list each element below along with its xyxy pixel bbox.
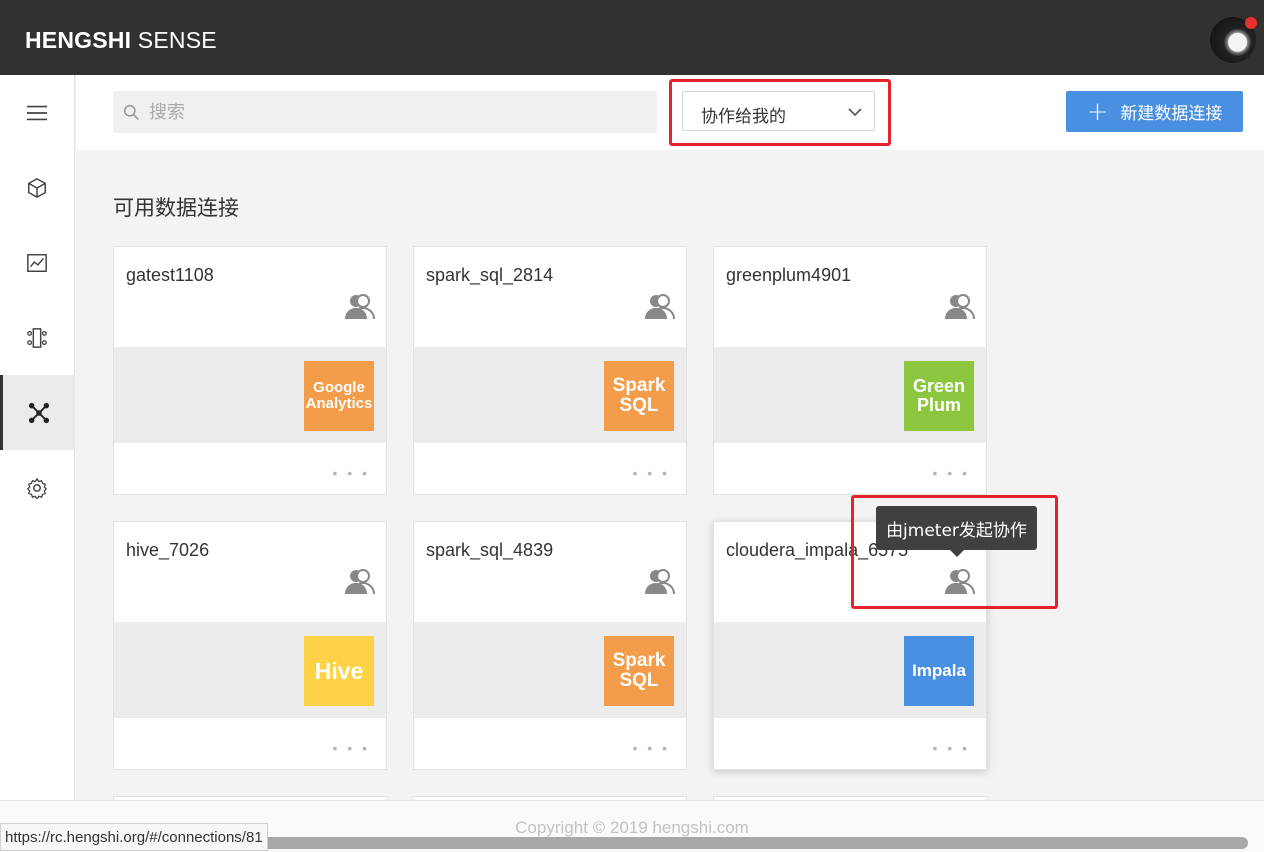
connection-icon (28, 402, 49, 423)
data-flow-icon (27, 327, 47, 348)
sidebar-item-settings[interactable] (0, 450, 74, 525)
more-menu-button[interactable]: • • • (933, 465, 970, 481)
sidebar-item-connections[interactable] (0, 375, 74, 450)
sidebar-item-datasets[interactable] (0, 300, 74, 375)
spark-sql-logo: Spark SQL (604, 361, 674, 431)
new-connection-label: 新建数据连接 (1120, 104, 1223, 124)
google-analytics-logo: Google Analytics (304, 361, 374, 431)
top-bar: HENGSHI SENSE (0, 0, 1264, 75)
users-icon[interactable] (344, 292, 376, 320)
status-bar-url: https://rc.hengshi.org/#/connections/81 (0, 823, 268, 851)
search-icon (123, 104, 139, 120)
new-connection-button[interactable]: + 新建数据连接 (1066, 91, 1243, 132)
logo-text: Spark (612, 375, 666, 397)
brand-logo[interactable]: HENGSHI SENSE (25, 27, 217, 54)
connection-name: spark_sql_2814 (426, 265, 554, 285)
logo-text: Green (912, 376, 966, 397)
connection-card[interactable]: spark_sql_4839 Spark SQL • • • (413, 521, 687, 770)
logo-text: Google (313, 379, 365, 397)
sidebar (0, 75, 75, 800)
search-box[interactable] (113, 91, 657, 133)
greenplum-logo: Green Plum (904, 361, 974, 431)
notification-dot (1245, 17, 1257, 29)
connection-name: spark_sql_4839 (426, 540, 554, 560)
chart-icon (27, 253, 47, 272)
settings-icon (26, 477, 48, 499)
logo-text: SQL (619, 670, 659, 691)
plus-icon: + (1086, 96, 1109, 127)
hive-logo: Hive (304, 636, 374, 706)
impala-logo: Impala (904, 636, 974, 706)
connection-name: greenplum4901 (726, 265, 852, 285)
more-menu-button[interactable]: • • • (633, 465, 670, 481)
users-icon[interactable] (344, 567, 376, 595)
connection-logo-band: Spark SQL (414, 622, 686, 718)
section-title: 可用数据连接 (113, 196, 239, 220)
more-menu-button[interactable]: • • • (633, 740, 670, 756)
cube-icon (28, 177, 46, 198)
connection-logo-band: Hive (114, 622, 386, 718)
users-icon[interactable] (644, 567, 676, 595)
spark-sql-logo: Spark SQL (604, 636, 674, 706)
connection-logo-band: Spark SQL (414, 347, 686, 443)
brand-name: HENGSHI (25, 27, 132, 53)
sidebar-item-dashboards[interactable] (0, 225, 74, 300)
search-input[interactable] (149, 91, 649, 133)
sidebar-menu-toggle[interactable] (0, 75, 74, 150)
connection-logo-band: Google Analytics (114, 347, 386, 443)
users-icon[interactable] (944, 292, 976, 320)
connection-logo-band: Impala (714, 622, 986, 718)
brand-suffix: SENSE (137, 27, 217, 53)
logo-text: Spark (612, 650, 666, 672)
more-menu-button[interactable]: • • • (933, 740, 970, 756)
logo-text: Hive (314, 657, 364, 684)
annotation-highlight-filter (669, 79, 891, 146)
logo-text: SQL (619, 395, 659, 416)
users-icon[interactable] (644, 292, 676, 320)
menu-icon (26, 105, 48, 120)
logo-text: Impala (912, 661, 966, 681)
connection-logo-band: Green Plum (714, 347, 986, 443)
annotation-highlight-tooltip (851, 495, 1058, 609)
connection-name: hive_7026 (126, 540, 210, 560)
logo-text: Analytics (305, 395, 373, 412)
logo-text: Plum (916, 395, 961, 415)
connection-name: gatest1108 (126, 265, 214, 285)
connection-card[interactable]: spark_sql_2814 Spark SQL • • • (413, 246, 687, 495)
more-menu-button[interactable]: • • • (333, 740, 370, 756)
more-menu-button[interactable]: • • • (333, 465, 370, 481)
connection-card[interactable]: hive_7026 Hive • • • (113, 521, 387, 770)
sidebar-item-apps[interactable] (0, 150, 74, 225)
connection-card[interactable]: gatest1108 Google Analytics • • • (113, 246, 387, 495)
connection-card[interactable]: greenplum4901 Green Plum • • • (713, 246, 987, 495)
